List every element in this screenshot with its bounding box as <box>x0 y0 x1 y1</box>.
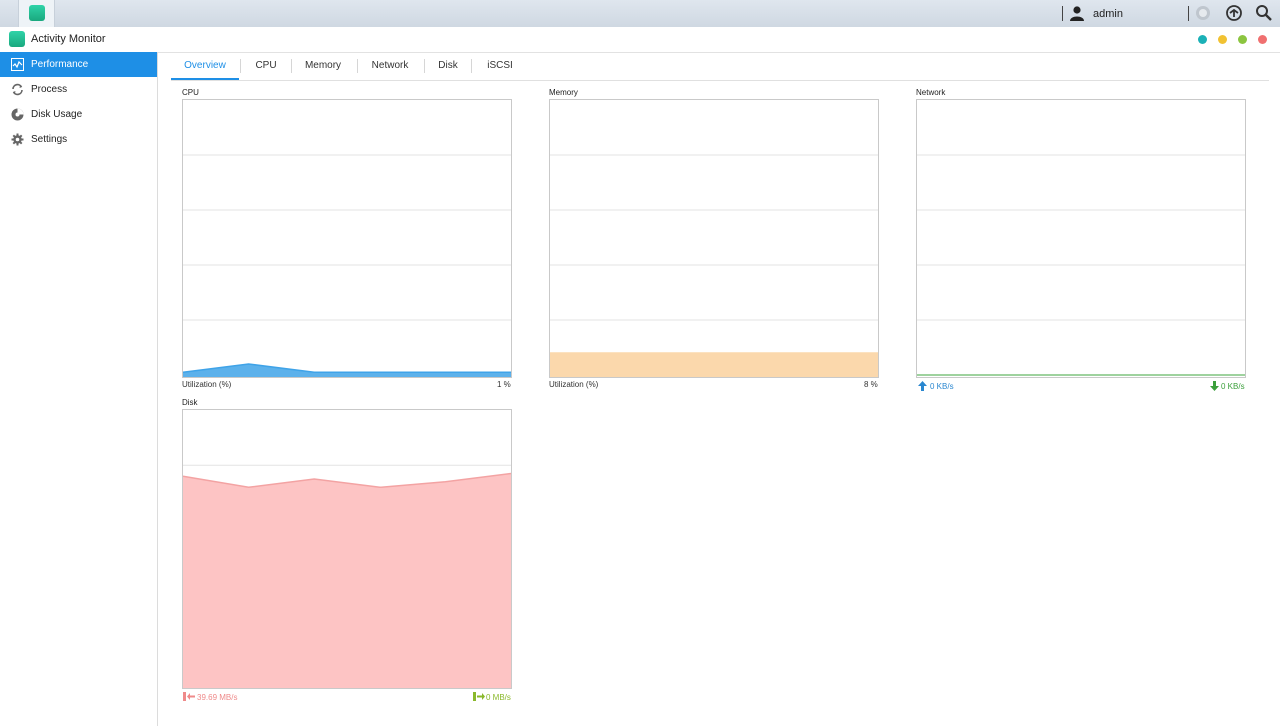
help-button[interactable] <box>1198 35 1207 44</box>
activity-monitor-icon <box>29 5 45 21</box>
cpu-utilization-value: 1 % <box>497 380 511 389</box>
memory-area <box>550 353 878 377</box>
disk-write-icon <box>473 692 485 701</box>
tab-disk[interactable]: Disk <box>425 52 471 80</box>
disk-usage-icon <box>11 108 24 121</box>
disk-chart <box>182 409 512 689</box>
taskbar-activity-monitor-button[interactable] <box>18 0 55 27</box>
performance-icon <box>11 58 24 71</box>
memory-panel-title: Memory <box>549 88 578 97</box>
tab-bar: Overview CPU Memory Network Disk iSCSI <box>171 52 1269 81</box>
sidebar-item-label: Performance <box>31 59 89 70</box>
disk-read-value: 39.69 MB/s <box>197 693 238 702</box>
process-icon <box>12 83 23 96</box>
upload-arrow-icon <box>918 381 927 391</box>
network-download-value: 0 KB/s <box>1221 382 1245 391</box>
sidebar-item-process[interactable]: Process <box>0 77 157 102</box>
disk-write-value: 0 MB/s <box>486 693 511 702</box>
sidebar-item-performance[interactable]: Performance <box>0 52 157 77</box>
tab-iscsi[interactable]: iSCSI <box>472 52 528 80</box>
close-button[interactable] <box>1258 35 1267 44</box>
network-chart <box>916 99 1246 378</box>
notification-icon[interactable] <box>1194 4 1212 22</box>
gear-icon <box>11 133 24 146</box>
memory-utilization-value: 8 % <box>864 380 878 389</box>
tab-cpu[interactable]: CPU <box>241 52 291 80</box>
user-icon[interactable] <box>1069 5 1085 21</box>
memory-utilization-label: Utilization (%) <box>549 380 599 389</box>
search-icon[interactable] <box>1255 4 1273 22</box>
cpu-panel-title: CPU <box>182 88 199 97</box>
activity-monitor-icon <box>9 31 25 47</box>
user-name[interactable]: admin <box>1093 8 1123 20</box>
window-title: Activity Monitor <box>31 33 106 45</box>
maximize-button[interactable] <box>1238 35 1247 44</box>
disk-area <box>183 473 511 688</box>
tab-overview[interactable]: Overview <box>171 52 239 80</box>
disk-panel-title: Disk <box>182 398 198 407</box>
disk-read-icon <box>183 692 195 701</box>
memory-chart-svg <box>550 154 878 377</box>
network-chart-svg <box>917 154 1245 376</box>
disk-chart-svg <box>183 464 511 688</box>
sidebar-item-label: Process <box>31 84 68 95</box>
sidebar-item-settings[interactable]: Settings <box>0 127 157 152</box>
download-arrow-icon <box>1210 381 1219 391</box>
cpu-chart <box>182 99 512 378</box>
sidebar-item-label: Disk Usage <box>31 109 83 120</box>
options-icon[interactable] <box>1225 4 1243 22</box>
system-taskbar: admin <box>0 0 1280 28</box>
taskbar-divider <box>1062 6 1063 21</box>
memory-chart <box>549 99 879 378</box>
minimize-button[interactable] <box>1218 35 1227 44</box>
window-titlebar[interactable]: Activity Monitor <box>0 27 1280 53</box>
taskbar-divider <box>1188 6 1189 21</box>
sidebar-item-disk-usage[interactable]: Disk Usage <box>0 102 157 127</box>
cpu-utilization-label: Utilization (%) <box>182 380 232 389</box>
sidebar: Performance Process Disk Usage Settings <box>0 52 158 726</box>
network-upload-value: 0 KB/s <box>930 382 954 391</box>
tab-memory[interactable]: Memory <box>292 52 354 80</box>
cpu-chart-svg <box>183 154 511 377</box>
sidebar-item-label: Settings <box>31 134 68 145</box>
network-panel-title: Network <box>916 88 946 97</box>
tab-network[interactable]: Network <box>358 52 422 80</box>
